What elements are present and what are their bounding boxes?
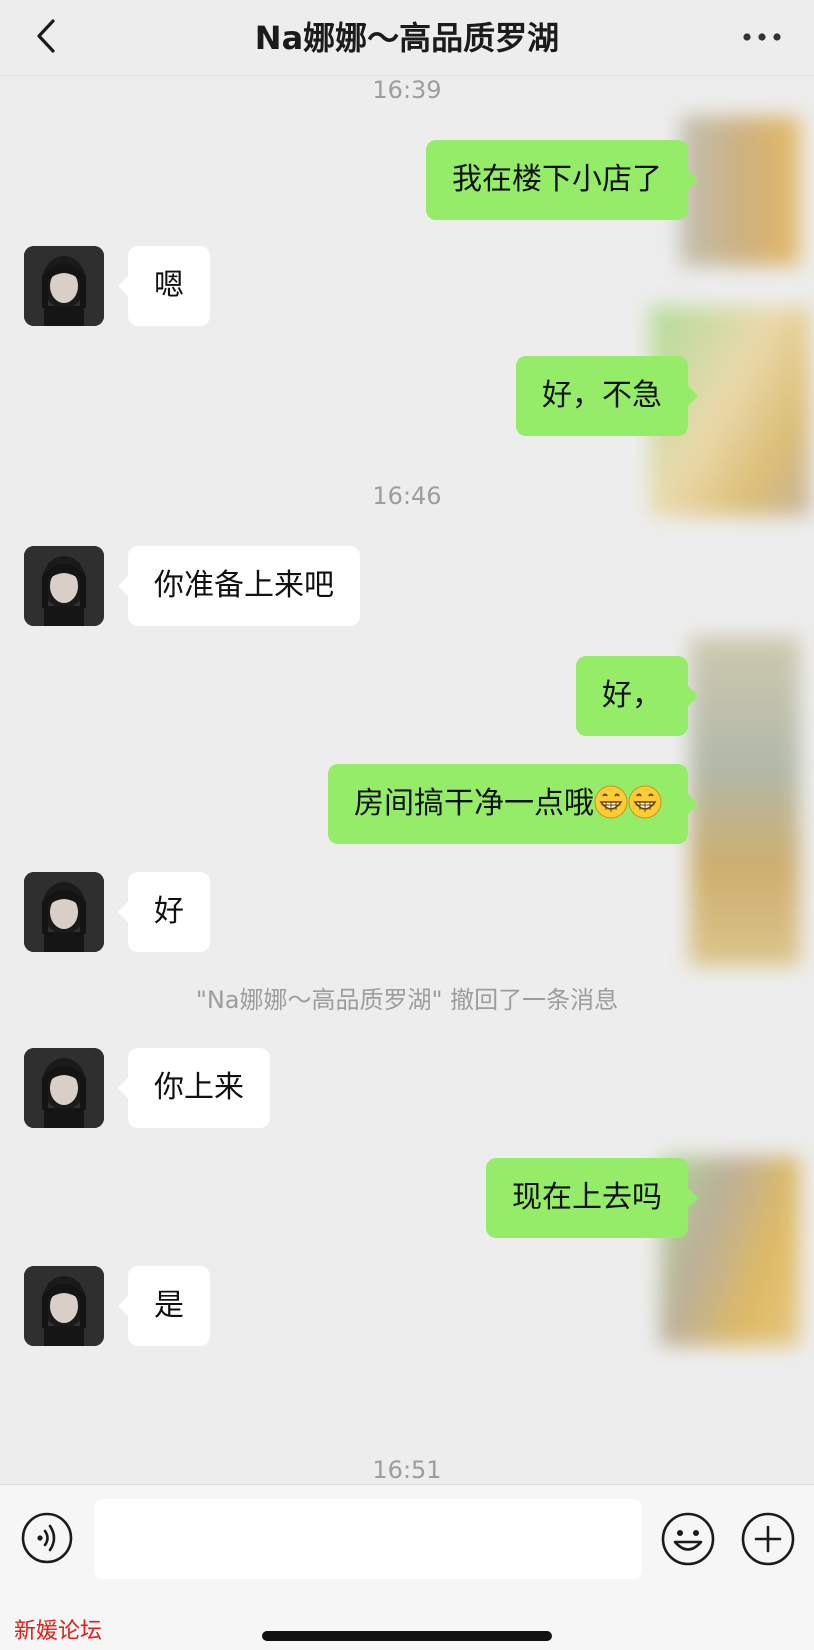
grin-emoji-icon [594,785,628,818]
message-text: 好 [154,894,184,929]
message-text: 嗯 [154,268,184,303]
message-bubble-sent[interactable]: 我在楼下小店了 [426,140,698,220]
message-text: 好， [602,678,662,713]
chat-messages[interactable]: 16:39 我在楼下小店了 嗯 好，不急 16:46 你准备上来吧 好， 房间搞… [0,76,814,1484]
more-dots-icon [743,33,781,41]
message-text: 我在楼下小店了 [452,162,662,197]
back-button[interactable] [26,14,66,58]
voice-icon[interactable] [20,1511,74,1565]
message-bubble-sent[interactable]: 现在上去吗 [486,1158,698,1238]
message-text: 好，不急 [542,378,662,413]
message-bubble-sent[interactable]: 房间搞干净一点哦 [328,764,698,844]
chat-title: Na娜娜～高品质罗湖 [254,19,560,57]
blurred-avatar [690,636,800,966]
avatar[interactable] [24,246,104,326]
message-bubble-received[interactable]: 嗯 [118,246,210,326]
blurred-avatar [680,116,800,266]
input-bar: 新媛论坛 [0,1484,814,1650]
message-text: 你上来 [154,1070,244,1105]
emoji-icon[interactable] [660,1511,716,1567]
plus-icon[interactable] [740,1511,796,1567]
watermark: 新媛论坛 [14,1619,103,1644]
timestamp: 16:46 [372,482,442,510]
message-bubble-received[interactable]: 好 [118,872,210,952]
timestamp: 16:39 [372,76,442,104]
message-text: 是 [154,1288,184,1323]
chat-header: Na娜娜～高品质罗湖 [0,0,814,76]
avatar[interactable] [24,1266,104,1346]
grin-emoji-icon [628,785,662,818]
message-text: 你准备上来吧 [154,568,334,603]
message-text: 房间搞干净一点哦 [354,786,594,821]
avatar[interactable] [24,1048,104,1128]
message-bubble-received[interactable]: 你上来 [118,1048,270,1128]
message-bubble-received[interactable]: 你准备上来吧 [118,546,360,626]
message-bubble-sent[interactable]: 好， [576,656,698,736]
message-bubble-received[interactable]: 是 [118,1266,210,1346]
message-bubble-sent[interactable]: 好，不急 [516,356,698,436]
avatar[interactable] [24,872,104,952]
recall-notice: "Na娜娜～高品质罗湖" 撤回了一条消息 [195,986,619,1014]
message-text: 现在上去吗 [512,1180,662,1215]
timestamp: 16:51 [372,1456,442,1484]
avatar[interactable] [24,546,104,626]
home-indicator [262,1631,552,1641]
message-input[interactable] [94,1499,642,1579]
chevron-left-icon [37,19,55,53]
more-button[interactable] [738,20,786,54]
